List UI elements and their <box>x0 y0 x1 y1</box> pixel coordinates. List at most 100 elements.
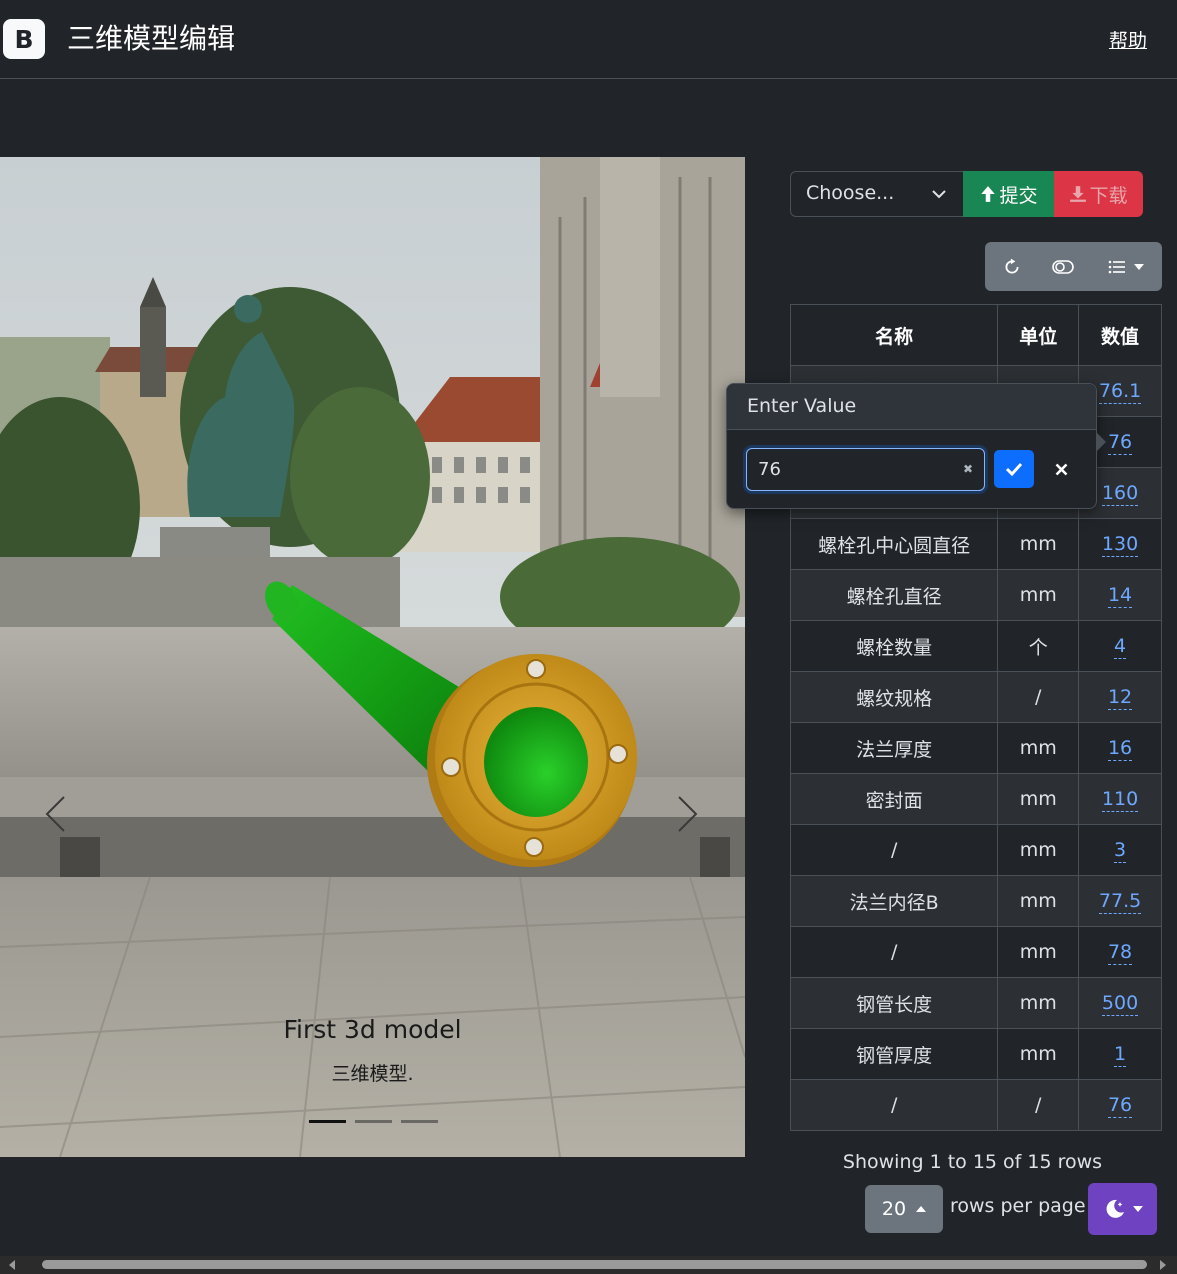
param-value-editable[interactable]: 3 <box>1114 839 1127 863</box>
rows-per-page-label: rows per page <box>950 1195 1086 1217</box>
param-name: 法兰内径B <box>789 875 999 927</box>
list-columns-icon <box>1108 260 1125 273</box>
toggle-icon <box>1052 259 1074 274</box>
param-value-cell: 12 <box>1078 671 1162 723</box>
carousel-indicator[interactable] <box>355 1120 392 1123</box>
param-value-editable[interactable]: 76.1 <box>1098 380 1142 404</box>
table-row: 钢管长度 mm 500 <box>789 977 1162 1029</box>
table-row: / mm 78 <box>789 926 1162 978</box>
param-value-cell: 4 <box>1078 620 1162 672</box>
slide-caption: 三维模型. <box>331 1063 414 1085</box>
param-name: 密封面 <box>789 773 999 825</box>
param-value-editable[interactable]: 78 <box>1107 941 1133 965</box>
columns-dropdown-button[interactable] <box>1095 242 1157 291</box>
param-value-editable[interactable]: 1 <box>1114 1043 1127 1067</box>
param-value-editable[interactable]: 76 <box>1107 1094 1133 1118</box>
refresh-button[interactable] <box>989 242 1035 291</box>
close-icon <box>1055 463 1067 475</box>
param-value-editable[interactable]: 110 <box>1101 788 1139 812</box>
edit-value-popover: Enter Value ✖ <box>726 383 1106 509</box>
param-name: / <box>789 926 999 978</box>
check-icon <box>1005 462 1023 476</box>
param-value-editable[interactable]: 160 <box>1101 482 1139 506</box>
navbar: B 三维模型编辑 帮助 <box>0 0 1177 79</box>
param-value-editable[interactable]: 500 <box>1101 992 1139 1016</box>
popover-title: Enter Value <box>727 384 1096 430</box>
page-size-dropdown[interactable]: 20 <box>865 1185 943 1233</box>
horizontal-scrollbar[interactable] <box>0 1256 1177 1274</box>
param-value-cell: 130 <box>1078 518 1162 570</box>
clear-input-icon[interactable]: ✖ <box>963 462 973 476</box>
scrollbar-thumb[interactable] <box>42 1260 1147 1269</box>
param-value-editable[interactable]: 12 <box>1107 686 1133 710</box>
caret-down-icon <box>1132 1206 1143 1212</box>
header-name[interactable]: 名称 <box>789 304 999 366</box>
param-value-editable[interactable]: 130 <box>1101 533 1139 557</box>
param-value-editable[interactable]: 16 <box>1107 737 1133 761</box>
chevron-right-icon <box>678 796 698 832</box>
param-name: 螺栓数量 <box>789 620 999 672</box>
param-value-cell: 78 <box>1078 926 1162 978</box>
arrow-up-icon <box>981 186 996 202</box>
param-name: 螺栓孔直径 <box>789 569 999 621</box>
cancel-button[interactable] <box>1041 450 1081 488</box>
chevron-down-icon <box>932 190 946 199</box>
table-row: 螺栓数量个 4 <box>789 620 1162 672</box>
param-name: 钢管厚度 <box>789 1028 999 1080</box>
help-link[interactable]: 帮助 <box>1109 26 1147 53</box>
table-row: // 76 <box>789 1079 1162 1131</box>
download-label: 下载 <box>1089 184 1128 207</box>
carousel-indicator[interactable] <box>401 1120 438 1123</box>
carousel-prev-button[interactable] <box>40 792 70 836</box>
param-unit: mm <box>997 1028 1080 1080</box>
toggle-view-button[interactable] <box>1040 242 1086 291</box>
param-value-cell: 76 <box>1078 1079 1162 1131</box>
param-value-cell: 3 <box>1078 824 1162 876</box>
submit-button[interactable]: 提交 <box>963 171 1054 217</box>
scroll-right-icon[interactable] <box>1160 1260 1166 1270</box>
scroll-left-icon[interactable] <box>9 1260 15 1270</box>
table-row: 密封面 mm 110 <box>789 773 1162 825</box>
param-value-cell: 14 <box>1078 569 1162 621</box>
bootstrap-logo-icon[interactable]: B <box>3 19 45 59</box>
page-size-value: 20 <box>881 1198 907 1220</box>
download-button[interactable]: 下载 <box>1054 171 1143 217</box>
carousel-indicators <box>309 1120 438 1123</box>
param-unit: mm <box>997 824 1080 876</box>
param-unit: mm <box>997 926 1080 978</box>
param-unit: / <box>997 1079 1080 1131</box>
param-unit: mm <box>997 722 1080 774</box>
confirm-button[interactable] <box>994 450 1034 488</box>
value-input[interactable] <box>746 448 985 491</box>
param-value-editable[interactable]: 77.5 <box>1098 890 1142 914</box>
carousel-indicator[interactable] <box>309 1120 346 1123</box>
table-row: 法兰内径B mm 77.5 <box>789 875 1162 927</box>
table-row: 法兰厚度 mm 16 <box>789 722 1162 774</box>
header-unit[interactable]: 单位 <box>997 304 1080 366</box>
table-row: 螺纹规格/ 12 <box>789 671 1162 723</box>
param-unit: / <box>997 671 1080 723</box>
param-name: / <box>789 1079 999 1131</box>
param-name: 钢管长度 <box>789 977 999 1029</box>
param-value-cell: 110 <box>1078 773 1162 825</box>
param-value-editable[interactable]: 4 <box>1114 635 1127 659</box>
caret-up-icon <box>916 1206 927 1212</box>
param-value-editable[interactable]: 76 <box>1107 431 1133 455</box>
moon-stars-icon <box>1106 1199 1124 1218</box>
param-name: 法兰厚度 <box>789 722 999 774</box>
caret-down-icon <box>1134 263 1144 270</box>
theme-toggle-button[interactable] <box>1088 1183 1157 1235</box>
param-name: / <box>789 824 999 876</box>
scene-background <box>0 157 745 1157</box>
carousel-next-button[interactable] <box>673 792 703 836</box>
param-value-cell: 1 <box>1078 1028 1162 1080</box>
model-file-select[interactable]: Choose... <box>790 171 964 217</box>
app-title[interactable]: 三维模型编辑 <box>67 20 235 58</box>
param-unit: 个 <box>997 620 1080 672</box>
param-value-cell: 77.5 <box>1078 875 1162 927</box>
refresh-icon <box>1005 258 1019 273</box>
table-row: 螺栓孔直径 mm 14 <box>789 569 1162 621</box>
header-value[interactable]: 数值 <box>1078 304 1162 366</box>
table-row: / mm 3 <box>789 824 1162 876</box>
param-value-editable[interactable]: 14 <box>1107 584 1133 608</box>
